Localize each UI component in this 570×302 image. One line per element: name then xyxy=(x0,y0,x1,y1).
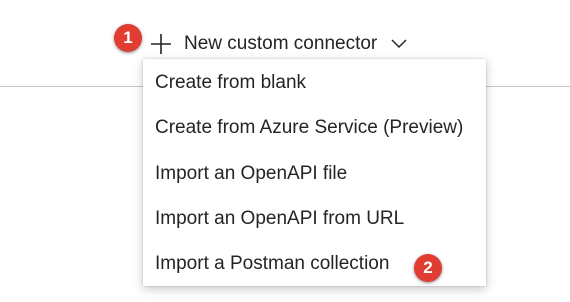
new-custom-connector-label: New custom connector xyxy=(184,33,378,54)
menu-item-create-from-azure-service[interactable]: Create from Azure Service (Preview) xyxy=(143,106,486,150)
plus-icon xyxy=(151,34,171,54)
menu-item-create-from-blank[interactable]: Create from blank xyxy=(143,61,486,105)
step-badge-2: 2 xyxy=(414,254,442,282)
menu-item-import-openapi-file[interactable]: Import an OpenAPI file xyxy=(143,152,486,196)
chevron-down-icon[interactable] xyxy=(391,36,407,52)
menu-item-import-openapi-url[interactable]: Import an OpenAPI from URL xyxy=(143,197,486,241)
new-connector-dropdown-menu: Create from blank Create from Azure Serv… xyxy=(143,59,486,286)
step-badge-1: 1 xyxy=(114,24,142,52)
new-custom-connector-button[interactable]: New custom connector xyxy=(150,28,407,60)
